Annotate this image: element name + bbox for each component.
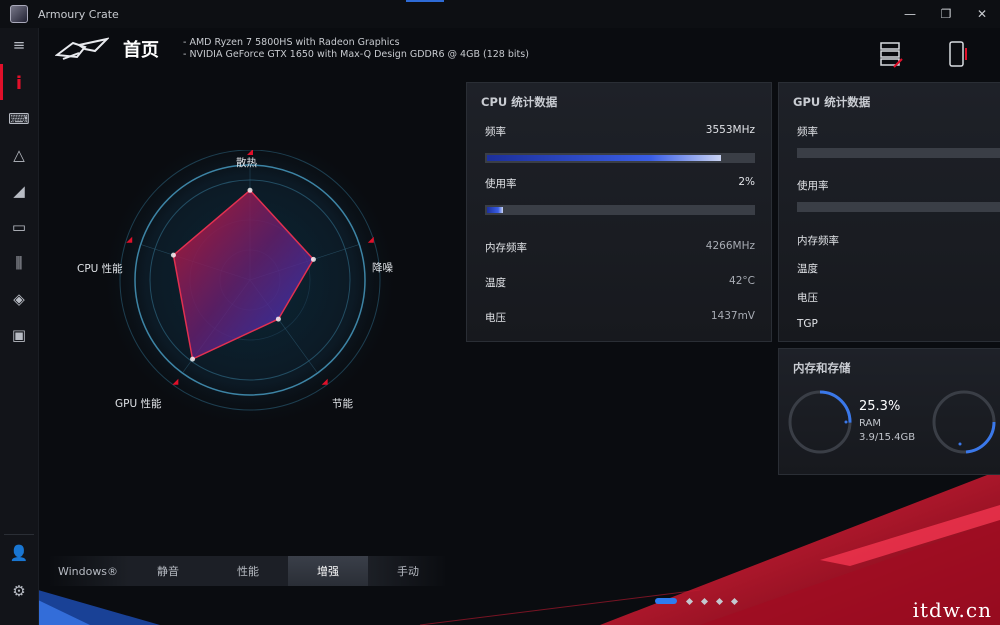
cpu-freq-value: 3553MHz bbox=[705, 124, 755, 136]
radar-point-0 bbox=[247, 187, 253, 193]
memory-storage-card: 内存和存储 25.3% RAM 3.9/15.4GB bbox=[778, 348, 1000, 475]
cpu-mem-freq-value: 4266MHz bbox=[705, 240, 755, 252]
radar-point-2 bbox=[275, 316, 281, 322]
ram-detail: 3.9/15.4GB bbox=[859, 432, 916, 443]
ram-percent: 25.3% bbox=[859, 399, 901, 414]
title-bar: Armoury Crate — ❐ ✕ bbox=[0, 0, 1000, 28]
radar-label-noise: 降噪 bbox=[372, 262, 393, 274]
gpu-info: - NVIDIA GeForce GTX 1650 with Max-Q Des… bbox=[183, 49, 529, 60]
mode-option-4[interactable]: 手动 bbox=[368, 556, 448, 586]
armoury-crate-logo-icon bbox=[10, 5, 28, 23]
ram-ring-dot bbox=[844, 420, 848, 424]
cpu-usage-value: 2% bbox=[738, 176, 755, 188]
storage-ring-arc bbox=[965, 421, 996, 454]
radar-label-cpu: CPU 性能 bbox=[77, 263, 123, 275]
cpu-card-title: CPU 统计数据 bbox=[481, 95, 558, 109]
phone-icon[interactable] bbox=[944, 40, 970, 68]
page-dot-0[interactable] bbox=[655, 598, 677, 604]
keyboard-icon[interactable]: ⌨ bbox=[0, 104, 38, 134]
page-dot-1[interactable] bbox=[685, 597, 694, 605]
sidebar-divider bbox=[4, 534, 34, 535]
gamevisual-icon[interactable]: ◢ bbox=[0, 176, 38, 206]
tag-icon[interactable]: ◈ bbox=[0, 284, 38, 314]
cpu-temp-value: 42°C bbox=[729, 275, 755, 287]
cpu-temp-label: 温度 bbox=[485, 277, 506, 289]
window-title: Armoury Crate bbox=[38, 7, 119, 21]
mode-option-1[interactable]: 静音 bbox=[128, 556, 208, 586]
cpu-freq-label: 频率 bbox=[485, 126, 506, 138]
mode-option-3[interactable]: 增强 bbox=[288, 556, 368, 586]
storage-ring bbox=[932, 390, 996, 454]
header-icons bbox=[878, 40, 970, 68]
cpu-usage-bar-fill bbox=[487, 207, 503, 213]
memory-card-title: 内存和存储 bbox=[793, 361, 851, 375]
gpu-usage-label: 使用率 bbox=[797, 180, 829, 192]
radar-point-1 bbox=[310, 256, 316, 262]
cpu-mem-freq-label: 内存频率 bbox=[485, 242, 527, 254]
radar-point-4 bbox=[170, 252, 176, 258]
close-button[interactable]: ✕ bbox=[964, 0, 1000, 28]
cpu-freq-bar bbox=[485, 153, 755, 163]
top-accent-line bbox=[406, 0, 444, 2]
operating-mode-bar: Windows® 静音 性能 增强 手动 bbox=[48, 556, 448, 586]
ram-ring bbox=[788, 390, 852, 454]
sidebar: ≡ i ⌨ △ ◢ ▭ ⫼ ◈ ▣ 👤 ⚙ bbox=[0, 28, 39, 625]
home-icon[interactable]: i bbox=[0, 68, 38, 98]
watermark: itdw.cn bbox=[912, 598, 992, 622]
minimize-button[interactable]: — bbox=[892, 0, 928, 28]
storage-ring-dot bbox=[958, 442, 962, 446]
gpu-usage-bar bbox=[797, 202, 1000, 212]
radar-label-gpu: GPU 性能 bbox=[115, 398, 162, 410]
page-indicator bbox=[655, 597, 739, 605]
gpu-mem-freq-label: 内存频率 bbox=[797, 235, 839, 247]
radar-point-3 bbox=[190, 356, 196, 362]
menu-icon[interactable]: ≡ bbox=[0, 30, 38, 60]
page-title: 首页 bbox=[123, 40, 159, 61]
gpu-freq-bar bbox=[797, 148, 1000, 158]
cpu-info: - AMD Ryzen 7 5800HS with Radeon Graphic… bbox=[183, 37, 400, 48]
page-dot-4[interactable] bbox=[730, 597, 739, 605]
device-list-icon[interactable] bbox=[878, 40, 904, 68]
gpu-temp-label: 温度 bbox=[797, 263, 818, 275]
page-dot-3[interactable] bbox=[715, 597, 724, 605]
gamepad-icon[interactable]: ▭ bbox=[0, 212, 38, 242]
gpu-stats-card: GPU 统计数据 频率 使用率 内存频率 温度 电压 TGP bbox=[778, 82, 1000, 342]
cpu-stats-card: CPU 统计数据 频率 3553MHz 使用率 2% 内存频率 4266MHz … bbox=[466, 82, 772, 342]
radar-label-cooling: 散热 bbox=[236, 157, 257, 169]
rog-logo-icon bbox=[55, 37, 109, 60]
mode-option-2[interactable]: 性能 bbox=[208, 556, 288, 586]
settings-icon[interactable]: ⚙ bbox=[0, 576, 38, 606]
cpu-usage-bar bbox=[485, 205, 755, 215]
library-icon[interactable]: ▣ bbox=[0, 320, 38, 350]
cpu-usage-label: 使用率 bbox=[485, 178, 517, 190]
performance-radar: 散热 降噪 节能 GPU 性能 CPU 性能 bbox=[70, 150, 430, 430]
gpu-tgp-label: TGP bbox=[797, 318, 818, 330]
aura-icon[interactable]: △ bbox=[0, 140, 38, 170]
gpu-card-title: GPU 统计数据 bbox=[793, 95, 871, 109]
page-dot-2[interactable] bbox=[700, 597, 709, 605]
gpu-voltage-label: 电压 bbox=[797, 292, 818, 304]
window-controls: — ❐ ✕ bbox=[892, 0, 1000, 28]
radar-label-power-saving: 节能 bbox=[332, 398, 353, 410]
radar-chart bbox=[100, 150, 400, 430]
cpu-freq-bar-fill bbox=[487, 155, 722, 161]
system-info: - AMD Ryzen 7 5800HS with Radeon Graphic… bbox=[183, 37, 529, 61]
mode-option-0[interactable]: Windows® bbox=[48, 556, 128, 586]
cpu-voltage-label: 电压 bbox=[485, 312, 506, 324]
maximize-button[interactable]: ❐ bbox=[928, 0, 964, 28]
page-header: 首页 - AMD Ryzen 7 5800HS with Radeon Grap… bbox=[55, 35, 529, 63]
user-icon[interactable]: 👤 bbox=[0, 538, 38, 568]
gpu-freq-label: 频率 bbox=[797, 126, 818, 138]
equalizer-icon[interactable]: ⫼ bbox=[0, 248, 38, 278]
cpu-voltage-value: 1437mV bbox=[710, 310, 755, 322]
ram-label: RAM bbox=[859, 418, 882, 429]
